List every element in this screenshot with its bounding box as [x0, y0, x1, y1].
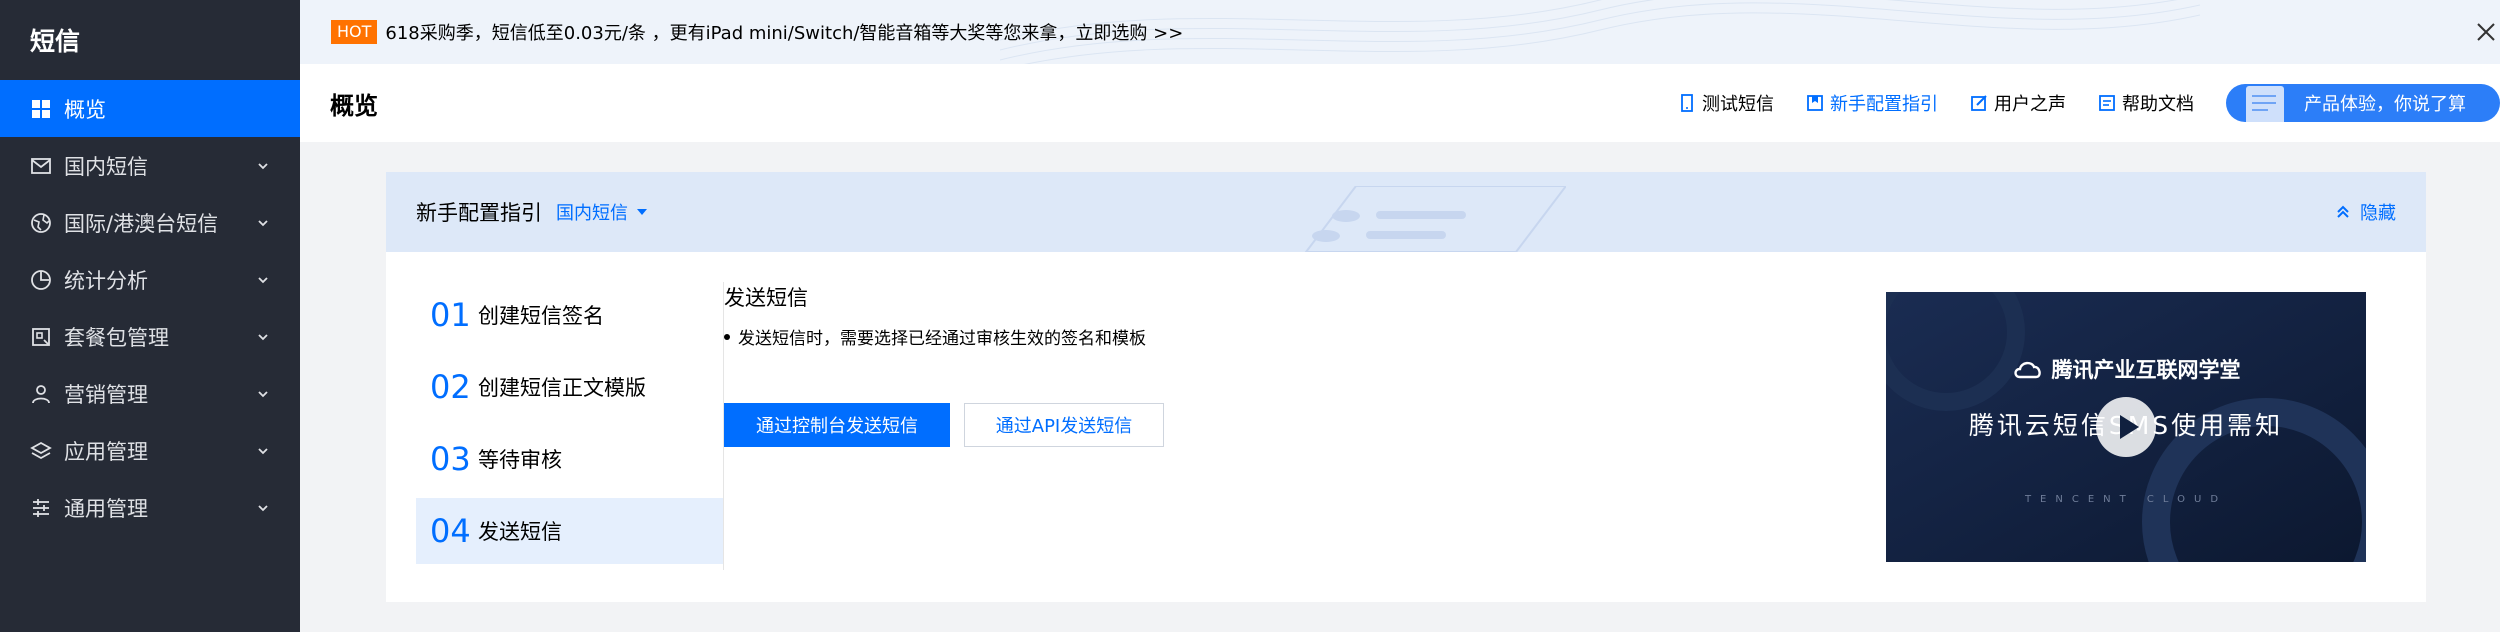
guide-title: 新手配置指引 [416, 201, 542, 225]
sidebar-item-label: 国内短信 [64, 154, 148, 179]
user-voice-label: 用户之声 [1994, 94, 2066, 115]
chevron-down-icon [258, 162, 268, 169]
guide-label: 新手配置指引 [1830, 94, 1938, 115]
detail-title: 发送短信 [724, 286, 808, 310]
header-actions: 测试短信 新手配置指引 用户之声 帮助文档 产品体验，你说了算 [1678, 64, 2500, 142]
step-label: 创建短信正文模版 [478, 376, 646, 400]
caret-down-icon [637, 209, 647, 215]
step-item[interactable]: 01 创建短信签名 [416, 282, 723, 348]
guide-type-value: 国内短信 [556, 203, 628, 224]
sidebar-title: 短信 [30, 27, 81, 56]
sidebar-item-label: 通用管理 [64, 496, 148, 521]
sidebar-item-label: 概览 [64, 97, 106, 122]
detail-bullet: 发送短信时，需要选择已经通过审核生效的签名和模板 [724, 324, 1146, 349]
sidebar-item-label: 统计分析 [64, 268, 148, 293]
video-brand-text: 腾讯产业互联网学堂 [2051, 358, 2241, 382]
step-item[interactable]: 03 等待审核 [416, 426, 723, 492]
hide-label: 隐藏 [2360, 203, 2396, 224]
hot-badge: HOT [331, 20, 378, 44]
step-number: 04 [430, 512, 471, 550]
layers-icon [30, 440, 52, 462]
chevron-down-icon [258, 333, 268, 340]
mail-icon [30, 155, 52, 177]
pie-chart-icon [30, 269, 52, 291]
edit-icon [1971, 95, 1987, 111]
beginner-guide-card: 新手配置指引 国内短信 隐藏 01 创建短信签名 02 创建短信正文模版 03 … [386, 172, 2426, 602]
play-icon[interactable] [2096, 397, 2156, 457]
sliders-icon [30, 497, 52, 519]
guide-header: 新手配置指引 国内短信 隐藏 [386, 172, 2426, 252]
sidebar-item-overview[interactable]: 概览 [0, 80, 300, 137]
feedback-label: 产品体验，你说了算 [2304, 94, 2466, 115]
sidebar-item-label: 国际/港澳台短信 [64, 211, 219, 236]
step-label: 发送短信 [478, 520, 562, 544]
package-icon [30, 326, 52, 348]
close-icon[interactable] [2472, 18, 2500, 46]
step-number: 02 [430, 368, 471, 406]
step-item-active[interactable]: 04 发送短信 [416, 498, 723, 564]
document-icon [2099, 95, 2115, 111]
test-sms-link[interactable]: 测试短信 [1678, 90, 1774, 116]
globe-icon [30, 212, 52, 234]
help-docs-link[interactable]: 帮助文档 [2098, 90, 2194, 116]
sidebar-item-label: 套餐包管理 [64, 325, 169, 350]
chevron-down-icon [258, 504, 268, 511]
page-title: 概览 [330, 91, 378, 120]
sidebar-item-statistics[interactable]: 统计分析 [0, 251, 300, 308]
step-item[interactable]: 02 创建短信正文模版 [416, 354, 723, 420]
sidebar-item-domestic-sms[interactable]: 国内短信 [0, 137, 300, 194]
sidebar-item-marketing[interactable]: 营销管理 [0, 365, 300, 422]
step-number: 01 [430, 296, 471, 334]
guide-link[interactable]: 新手配置指引 [1806, 90, 1938, 116]
chevron-down-icon [258, 219, 268, 226]
sidebar-item-general[interactable]: 通用管理 [0, 479, 300, 536]
guide-type-select[interactable]: 国内短信 [556, 199, 648, 225]
phone-icon [1681, 94, 1693, 112]
chevron-double-up-icon [2337, 205, 2349, 218]
bookmark-icon [1807, 95, 1823, 111]
chevron-down-icon [258, 276, 268, 283]
user-icon [30, 383, 52, 405]
send-via-api-button[interactable]: 通过API发送短信 [964, 403, 1164, 447]
sidebar-item-international-sms[interactable]: 国际/港澳台短信 [0, 194, 300, 251]
sidebar-item-package[interactable]: 套餐包管理 [0, 308, 300, 365]
video-brand: 腾讯产业互联网学堂 [1886, 354, 2366, 384]
cloud-icon [2013, 361, 2041, 379]
sidebar: 短信 概览 国内短信 国际/港澳台短信 统计分析 套餐包管理 营销管理 应用管理… [0, 0, 300, 632]
sidebar-item-app-management[interactable]: 应用管理 [0, 422, 300, 479]
chevron-down-icon [258, 390, 268, 397]
chevron-down-icon [258, 447, 268, 454]
video-subtitle: TENCENT CLOUD [2024, 494, 2228, 505]
feedback-icon [2246, 86, 2284, 122]
header-decoration [1304, 186, 1566, 252]
sidebar-item-label: 营销管理 [64, 382, 148, 407]
feedback-button[interactable]: 产品体验，你说了算 [2226, 84, 2500, 122]
send-via-console-button[interactable]: 通过控制台发送短信 [724, 403, 950, 447]
detail-bullet-text: 发送短信时，需要选择已经通过审核生效的签名和模板 [738, 329, 1146, 349]
user-voice-link[interactable]: 用户之声 [1970, 90, 2066, 116]
step-number: 03 [430, 440, 471, 478]
help-docs-label: 帮助文档 [2122, 94, 2194, 115]
dashboard-icon [30, 98, 52, 120]
banner-text[interactable]: 618采购季，短信低至0.03元/条 ，更有iPad mini/Switch/智… [385, 19, 1183, 45]
sidebar-item-label: 应用管理 [64, 439, 148, 464]
promo-banner[interactable]: HOT 618采购季，短信低至0.03元/条 ，更有iPad mini/Swit… [300, 0, 2500, 64]
guide-steps: 01 创建短信签名 02 创建短信正文模版 03 等待审核 04 发送短信 [416, 282, 724, 570]
step-label: 等待审核 [478, 448, 562, 472]
test-sms-label: 测试短信 [1702, 94, 1774, 115]
hide-guide-button[interactable]: 隐藏 [2334, 199, 2396, 225]
step-label: 创建短信签名 [478, 304, 604, 328]
page-header: 概览 测试短信 新手配置指引 用户之声 帮助文档 产品体验，你说了算 [300, 64, 2500, 142]
video-thumbnail[interactable]: 腾讯产业互联网学堂 腾讯云短信SMS使用需知 TENCENT CLOUD [1886, 292, 2366, 562]
